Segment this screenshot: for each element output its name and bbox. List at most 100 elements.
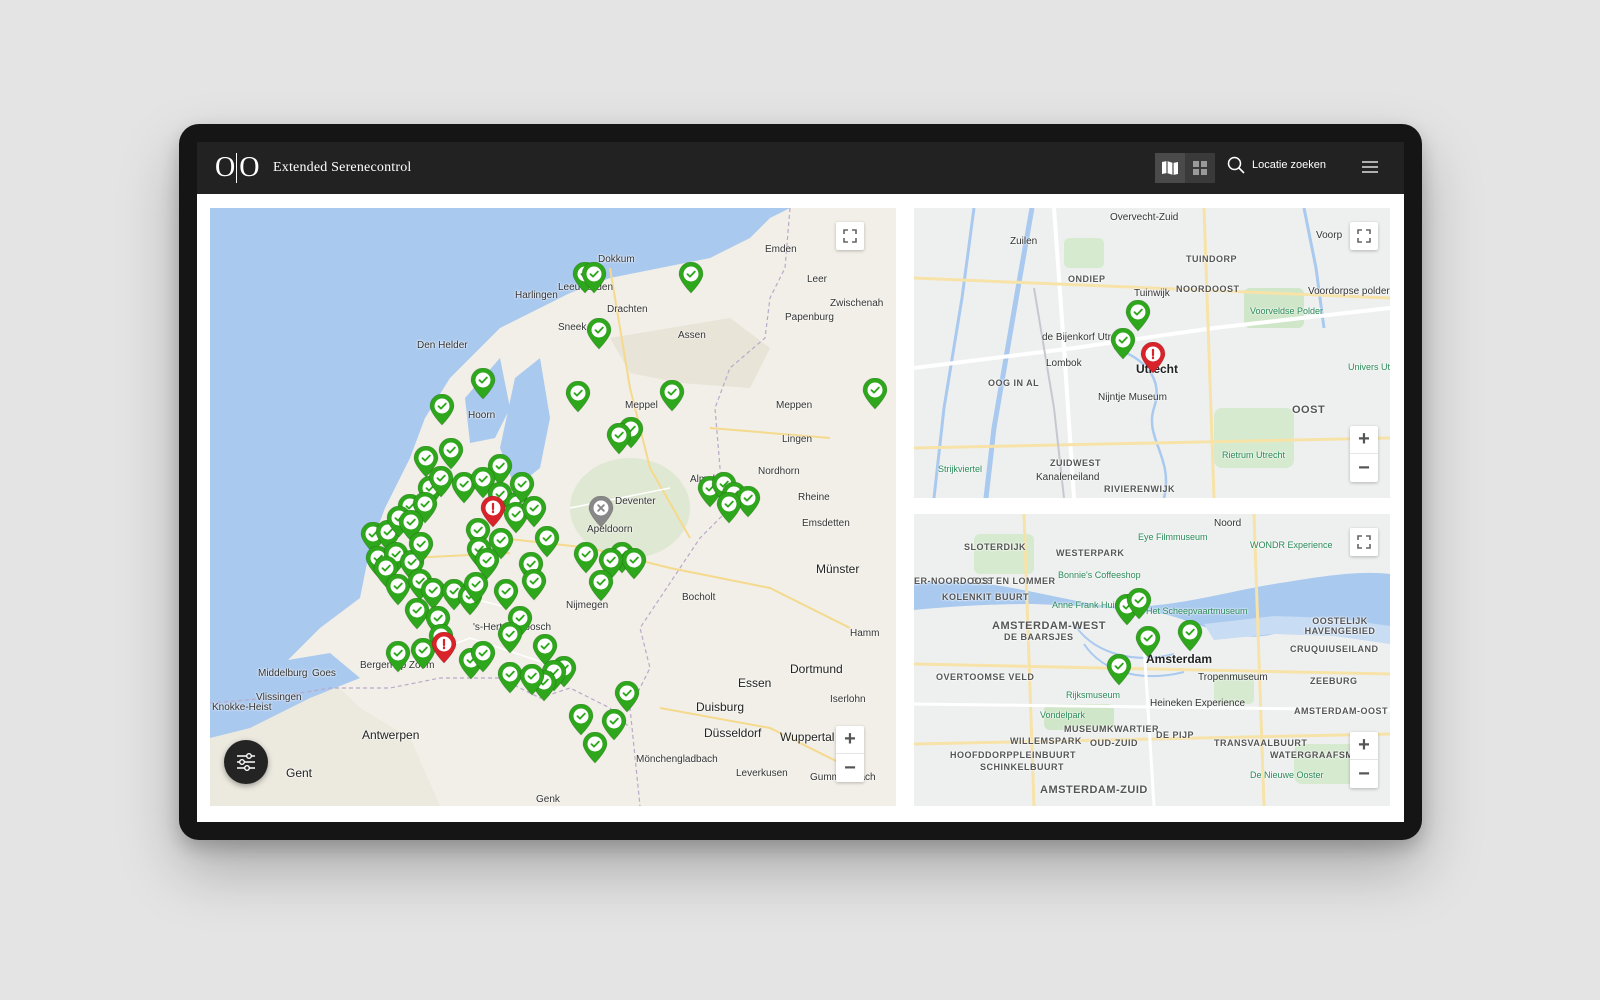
map-label: WESTERPARK (1056, 548, 1125, 558)
location-alert-pin[interactable] (480, 495, 506, 528)
hamburger-menu-icon (1362, 161, 1378, 173)
location-alert-pin-icon (431, 631, 457, 664)
location-ok-pin[interactable] (659, 379, 685, 412)
location-ok-pin[interactable] (1135, 625, 1161, 658)
map-label: Lombok (1046, 358, 1082, 369)
location-ok-pin[interactable] (521, 568, 547, 601)
map-label: Heineken Experience (1150, 698, 1246, 709)
map-label: De Nieuwe Ooster (1250, 770, 1324, 780)
map-label: Rheine (798, 492, 830, 503)
map-label: Goes (312, 668, 336, 679)
location-ok-pin-icon (470, 367, 496, 400)
location-ok-pin[interactable] (582, 731, 608, 764)
location-offline-pin-icon (588, 495, 614, 528)
device-frame: OO Extended Serenecontrol Locatie zoeken… (179, 124, 1422, 840)
zoom-in-button[interactable]: + (836, 726, 864, 754)
map-label: Tropenmuseum (1198, 672, 1268, 683)
top-bar: OO Extended Serenecontrol Locatie zoeken (197, 142, 1404, 194)
location-ok-pin[interactable] (408, 531, 434, 564)
view-toggle (1155, 153, 1215, 183)
fullscreen-button[interactable] (1350, 528, 1378, 556)
map-label: Leer (807, 274, 828, 285)
map-label: Kanaleneiland (1036, 472, 1100, 483)
map-netherlands[interactable]: Emden Dokkum Leer Harlingen Leeuwarden D… (210, 208, 896, 806)
location-offline-pin[interactable] (588, 495, 614, 528)
map-label: RIVIERENWIJK (1104, 484, 1176, 494)
zoom-in-button[interactable]: + (1350, 426, 1378, 454)
location-ok-pin[interactable] (614, 680, 640, 713)
location-ok-pin[interactable] (1177, 619, 1203, 652)
zoom-out-button[interactable]: − (1350, 454, 1378, 482)
location-ok-pin[interactable] (1126, 587, 1152, 620)
location-ok-pin[interactable] (521, 495, 547, 528)
map-label: Antwerpen (362, 728, 420, 742)
location-ok-pin[interactable] (470, 367, 496, 400)
map-label: WILLEMSPARK (1010, 736, 1082, 746)
location-ok-pin-icon (521, 495, 547, 528)
location-ok-pin[interactable] (565, 380, 591, 413)
map-label: Drachten (607, 304, 648, 315)
map-label: Emden (765, 244, 797, 255)
location-search[interactable]: Locatie zoeken (1227, 156, 1326, 174)
zoom-in-button[interactable]: + (1350, 732, 1378, 760)
map-label: Voorp (1316, 230, 1343, 241)
fullscreen-button[interactable] (836, 222, 864, 250)
location-ok-pin[interactable] (678, 261, 704, 294)
map-label: Den Helder (417, 340, 468, 351)
location-ok-pin[interactable] (519, 663, 545, 696)
location-ok-pin[interactable] (497, 621, 523, 654)
grid-view-button[interactable] (1185, 153, 1215, 183)
location-ok-pin[interactable] (385, 640, 411, 673)
map-label: ZUIDWEST (1050, 458, 1101, 468)
map-label: HOOFDDORPPLEINBUURT (950, 750, 1076, 760)
location-ok-pin[interactable] (716, 491, 742, 524)
location-ok-pin[interactable] (581, 261, 607, 294)
location-ok-pin[interactable] (470, 640, 496, 673)
map-label: SCHINKELBUURT (980, 762, 1064, 772)
map-label: WONDR Experience (1250, 540, 1333, 550)
location-ok-pin-icon (588, 569, 614, 602)
menu-button[interactable] (1361, 159, 1379, 175)
location-ok-pin[interactable] (463, 571, 489, 604)
zoom-out-button[interactable]: − (836, 754, 864, 782)
search-icon (1227, 156, 1245, 174)
map-label: TUINDORP (1186, 254, 1237, 264)
map-label: Knokke-Heist (212, 702, 272, 713)
app-logo[interactable]: OO (215, 152, 259, 184)
location-alert-pin[interactable] (1140, 341, 1166, 374)
location-ok-pin[interactable] (429, 393, 455, 426)
map-label: ONDIEP (1068, 274, 1106, 284)
location-ok-pin-icon (659, 379, 685, 412)
location-ok-pin[interactable] (1110, 327, 1136, 360)
map-label: ZEEBURG (1310, 676, 1358, 686)
grid-view-icon (1193, 161, 1207, 175)
map-view-button[interactable] (1155, 153, 1185, 183)
location-ok-pin[interactable] (586, 317, 612, 350)
map-label: Lingen (782, 434, 813, 445)
app-title: Extended Serenecontrol (273, 160, 412, 175)
map-utrecht[interactable]: Overvecht-Zuid Zuilen Voorp TUINDORP OND… (914, 208, 1390, 498)
zoom-out-button[interactable]: − (1350, 760, 1378, 788)
map-label: Het Scheepvaartmuseum (1146, 606, 1248, 616)
map-label: Dortmund (790, 662, 843, 676)
location-ok-pin[interactable] (1106, 653, 1132, 686)
map-label: Tuinwijk (1134, 288, 1170, 299)
map-label: Voorveldse Polder (1250, 306, 1324, 316)
location-alert-pin-icon (1140, 341, 1166, 374)
location-ok-pin[interactable] (621, 547, 647, 580)
location-ok-pin[interactable] (862, 377, 888, 410)
map-label: CRUQUIUSEILAND (1290, 644, 1379, 654)
location-alert-pin-icon (480, 495, 506, 528)
location-alert-pin[interactable] (431, 631, 457, 664)
location-ok-pin-icon (586, 317, 612, 350)
map-amsterdam[interactable]: Noord Eye Filmmuseum WONDR Experience SL… (914, 514, 1390, 806)
map-label: ER-NOORDOOST (914, 576, 995, 586)
map-label: AMSTERDAM-OOST (1294, 706, 1388, 716)
location-ok-pin[interactable] (588, 569, 614, 602)
location-ok-pin[interactable] (606, 422, 632, 455)
screen: OO Extended Serenecontrol Locatie zoeken… (197, 142, 1404, 822)
map-label: Zuilen (1010, 236, 1038, 247)
map-label: Rijksmuseum (1066, 690, 1121, 700)
filter-button[interactable] (224, 740, 268, 784)
fullscreen-button[interactable] (1350, 222, 1378, 250)
